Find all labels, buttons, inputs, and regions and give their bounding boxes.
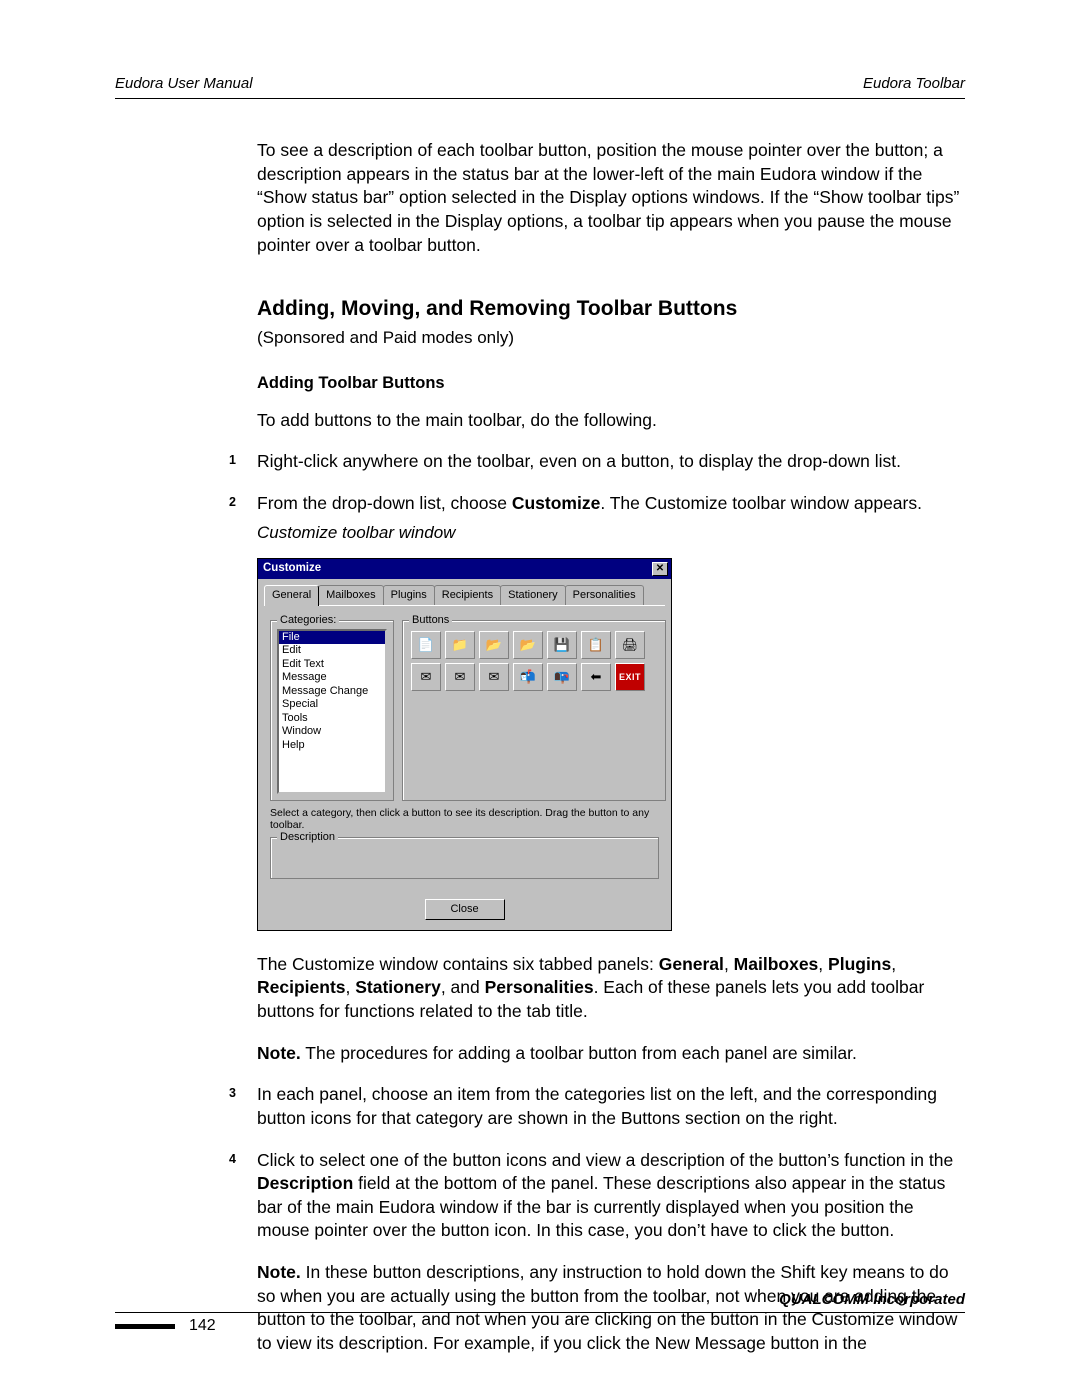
toolbar-button-icon[interactable]: 📭 — [547, 663, 577, 691]
after-text-1: The Customize window contains six tabbed… — [257, 953, 965, 1024]
buttons-label: Buttons — [409, 613, 452, 628]
list-item[interactable]: Message — [279, 671, 385, 685]
toolbar-button-icon[interactable]: 📋 — [581, 631, 611, 659]
list-item[interactable]: Message Change — [279, 685, 385, 699]
page-number: 142 — [189, 1317, 216, 1335]
list-item[interactable]: Window — [279, 725, 385, 739]
toolbar-button-icon[interactable]: 🖨 — [615, 631, 645, 659]
dialog-tabs: General Mailboxes Plugins Recipients Sta… — [258, 579, 671, 605]
step-4-text-a: Click to select one of the button icons … — [257, 1150, 953, 1170]
footer-brand: QUALCOMM Incorporated — [115, 1291, 965, 1308]
section-heading: Adding, Moving, and Removing Toolbar But… — [257, 295, 965, 323]
page-marker — [115, 1324, 175, 1329]
divider — [115, 98, 965, 99]
list-item[interactable]: Edit — [279, 644, 385, 658]
close-button[interactable]: Close — [425, 899, 505, 920]
step-number: 4 — [229, 1151, 236, 1168]
step-2-text-c: . The Customize toolbar window appears. — [600, 493, 922, 513]
description-label: Description — [277, 830, 338, 845]
tab-personalities[interactable]: Personalities — [565, 585, 644, 605]
step-3-text: In each panel, choose an item from the c… — [257, 1084, 937, 1128]
toolbar-button-icon[interactable]: 📂 — [479, 631, 509, 659]
customize-dialog: Customize ✕ General Mailboxes Plugins Re… — [257, 558, 672, 930]
figure-caption: Customize toolbar window — [257, 522, 965, 545]
tab-stationery[interactable]: Stationery — [500, 585, 566, 605]
divider — [115, 1312, 965, 1313]
toolbar-button-icon[interactable]: 📁 — [445, 631, 475, 659]
toolbar-button-icon[interactable]: 📄 — [411, 631, 441, 659]
dialog-title: Customize — [263, 561, 321, 577]
exit-button[interactable]: EXIT — [615, 663, 645, 691]
toolbar-button-icon[interactable]: 📂 — [513, 631, 543, 659]
tab-plugins[interactable]: Plugins — [383, 585, 435, 605]
toolbar-button-icon[interactable]: ⬅ — [581, 663, 611, 691]
list-item[interactable]: Help — [279, 739, 385, 753]
sub-intro: To add buttons to the main toolbar, do t… — [257, 409, 965, 433]
toolbar-button-icon[interactable]: 💾 — [547, 631, 577, 659]
intro-paragraph: To see a description of each toolbar but… — [257, 139, 965, 257]
close-icon[interactable]: ✕ — [652, 562, 668, 576]
subsection-heading: Adding Toolbar Buttons — [257, 372, 965, 394]
toolbar-button-icon[interactable]: 📬 — [513, 663, 543, 691]
list-item[interactable]: Edit Text — [279, 658, 385, 672]
tab-general[interactable]: General — [264, 585, 319, 606]
list-item[interactable]: File — [279, 631, 385, 645]
toolbar-button-icon[interactable]: ✉ — [479, 663, 509, 691]
tab-recipients[interactable]: Recipients — [434, 585, 501, 605]
dialog-title-bar: Customize ✕ — [258, 559, 671, 579]
toolbar-button-icon[interactable]: ✉ — [411, 663, 441, 691]
tab-mailboxes[interactable]: Mailboxes — [318, 585, 384, 605]
step-2-bold: Customize — [512, 493, 600, 513]
header-right: Eudora Toolbar — [863, 75, 965, 92]
header-left: Eudora User Manual — [115, 75, 253, 92]
step-2: 2 From the drop-down list, choose Custom… — [257, 492, 965, 1065]
step-2-text-a: From the drop-down list, choose — [257, 493, 512, 513]
step-number: 1 — [229, 452, 236, 469]
step-4-text-c: field at the bottom of the panel. These … — [257, 1173, 945, 1240]
step-1-text: Right-click anywhere on the toolbar, eve… — [257, 451, 901, 471]
toolbar-button-icon[interactable]: ✉ — [445, 663, 475, 691]
list-item[interactable]: Tools — [279, 712, 385, 726]
list-item[interactable]: Special — [279, 698, 385, 712]
step-4-bold: Description — [257, 1173, 353, 1193]
step-number: 2 — [229, 494, 236, 511]
categories-label: Categories: — [277, 613, 339, 628]
categories-listbox[interactable]: File Edit Edit Text Message Message Chan… — [277, 629, 387, 794]
step-3: 3 In each panel, choose an item from the… — [257, 1083, 965, 1130]
dialog-instruction: Select a category, then click a button t… — [270, 807, 659, 831]
step-number: 3 — [229, 1085, 236, 1102]
section-subhead: (Sponsored and Paid modes only) — [257, 327, 965, 350]
note-1: Note. The procedures for adding a toolba… — [257, 1042, 965, 1066]
toolbar-button-grid: 📄 📁 📂 📂 💾 📋 🖨 ✉ ✉ ✉ — [409, 629, 659, 693]
step-1: 1 Right-click anywhere on the toolbar, e… — [257, 450, 965, 474]
